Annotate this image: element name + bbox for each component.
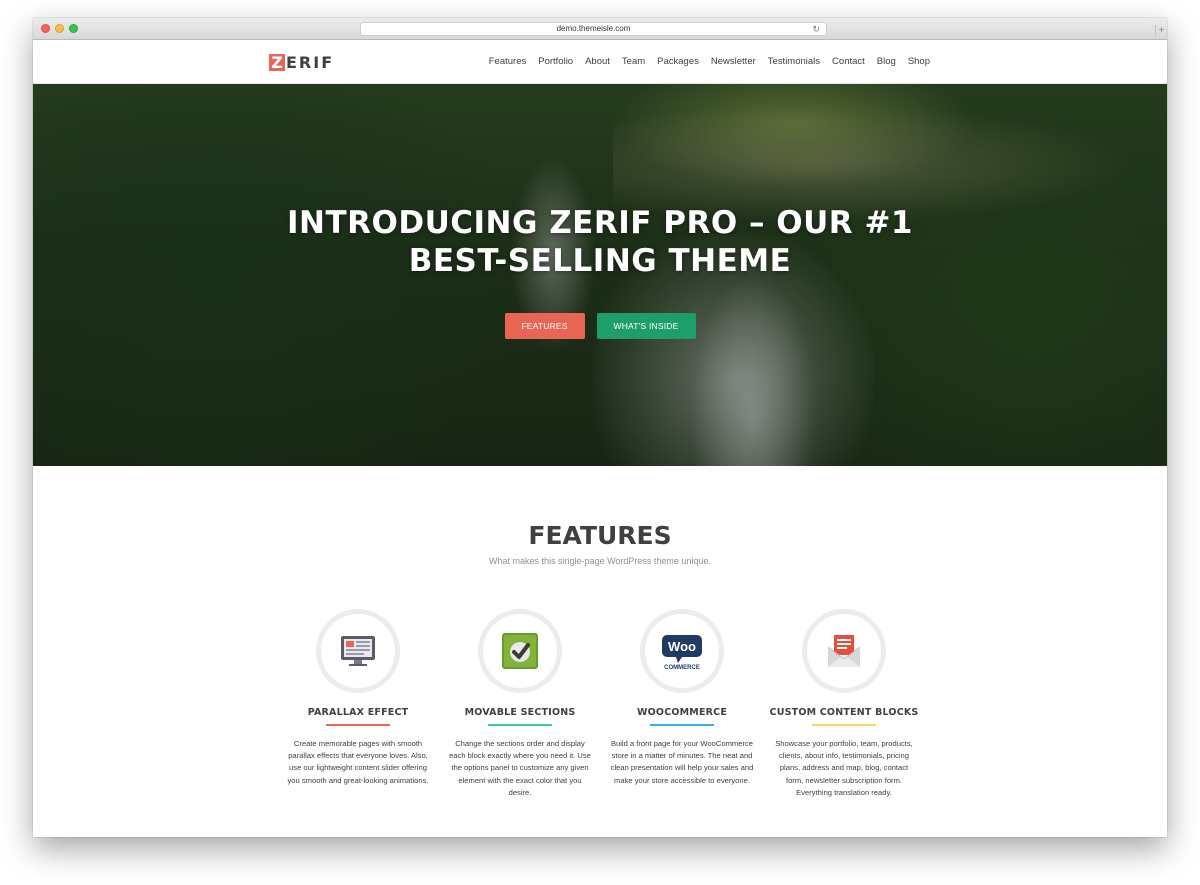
woocommerce-icon: Woo COMMERCE xyxy=(662,635,702,671)
feature-description: Change the sections order and display ea… xyxy=(449,739,591,797)
address-bar-url: demo.themeisle.com xyxy=(556,24,631,33)
logo-text: ERIF xyxy=(286,53,335,72)
site-header: Z ERIF Features Portfolio About Team Pac… xyxy=(33,40,1167,84)
main-nav: Features Portfolio About Team Packages N… xyxy=(477,56,930,67)
feature-underline xyxy=(488,724,552,726)
features-button[interactable]: FEATURES xyxy=(504,313,585,339)
feature-woocommerce: Woo COMMERCE WOOCOMMERCE Build a front p… xyxy=(601,609,763,799)
zoom-window-icon[interactable] xyxy=(69,24,78,33)
site-logo[interactable]: Z ERIF xyxy=(269,53,334,72)
nav-packages[interactable]: Packages xyxy=(657,56,699,67)
feature-title: MOVABLE SECTIONS xyxy=(464,707,576,718)
nav-team[interactable]: Team xyxy=(622,56,645,67)
hero-title-line1: INTRODUCING ZERIF PRO – OUR #1 xyxy=(286,205,913,241)
feature-title: CUSTOM CONTENT BLOCKS xyxy=(769,707,919,718)
monitor-icon xyxy=(341,636,375,666)
whats-inside-button[interactable]: WHAT'S INSIDE xyxy=(596,313,696,339)
feature-movable-sections: MOVABLE SECTIONS Change the sections ord… xyxy=(439,609,601,799)
svg-text:Woo: Woo xyxy=(668,639,696,654)
feature-underline xyxy=(650,724,714,726)
nav-features[interactable]: Features xyxy=(489,56,527,67)
hero-title: INTRODUCING ZERIF PRO – OUR #1 BEST-SELL… xyxy=(33,204,1167,280)
hero-section: INTRODUCING ZERIF PRO – OUR #1 BEST-SELL… xyxy=(33,84,1167,466)
nav-newsletter[interactable]: Newsletter xyxy=(711,56,756,67)
feature-icon-circle xyxy=(316,609,400,693)
address-bar[interactable]: demo.themeisle.com ↻ xyxy=(360,22,827,36)
feature-icon-circle xyxy=(802,609,886,693)
feature-description: Create memorable pages with smooth paral… xyxy=(287,739,429,785)
browser-titlebar: demo.themeisle.com ↻ + xyxy=(33,18,1167,40)
reload-icon[interactable]: ↻ xyxy=(812,23,820,35)
nav-shop[interactable]: Shop xyxy=(908,56,930,67)
feature-underline xyxy=(812,724,876,726)
feature-custom-content-blocks: CUSTOM CONTENT BLOCKS Showcase your port… xyxy=(763,609,925,799)
features-section: FEATURES What makes this single-page Wor… xyxy=(33,466,1167,837)
nav-contact[interactable]: Contact xyxy=(832,56,865,67)
nav-portfolio[interactable]: Portfolio xyxy=(538,56,573,67)
checkmark-icon xyxy=(502,633,538,669)
envelope-icon xyxy=(827,635,861,667)
nav-testimonials[interactable]: Testimonials xyxy=(768,56,820,67)
nav-blog[interactable]: Blog xyxy=(877,56,896,67)
nav-about[interactable]: About xyxy=(585,56,610,67)
feature-underline xyxy=(326,724,390,726)
browser-window: demo.themeisle.com ↻ + Z ERIF Features P… xyxy=(33,18,1167,837)
feature-icon-circle: Woo COMMERCE xyxy=(640,609,724,693)
hero-buttons: FEATURES WHAT'S INSIDE xyxy=(33,313,1167,339)
features-grid: PARALLAX EFFECT Create memorable pages w… xyxy=(277,609,925,799)
hero-title-line2: BEST-SELLING THEME xyxy=(408,243,792,279)
close-window-icon[interactable] xyxy=(41,24,50,33)
logo-initial: Z xyxy=(269,54,285,71)
new-tab-icon[interactable]: + xyxy=(1155,25,1167,37)
feature-icon-circle xyxy=(478,609,562,693)
feature-description: Build a front page for your WooCommerce … xyxy=(610,739,754,785)
feature-title: PARALLAX EFFECT xyxy=(307,707,409,718)
features-subtitle: What makes this single-page WordPress th… xyxy=(489,556,711,566)
features-title: FEATURES xyxy=(528,521,672,550)
feature-description: Showcase your portfolio, team, products,… xyxy=(775,739,913,797)
feature-parallax: PARALLAX EFFECT Create memorable pages w… xyxy=(277,609,439,799)
feature-title: WOOCOMMERCE xyxy=(636,707,728,718)
svg-text:COMMERCE: COMMERCE xyxy=(664,665,700,671)
window-controls xyxy=(41,24,78,33)
minimize-window-icon[interactable] xyxy=(55,24,64,33)
